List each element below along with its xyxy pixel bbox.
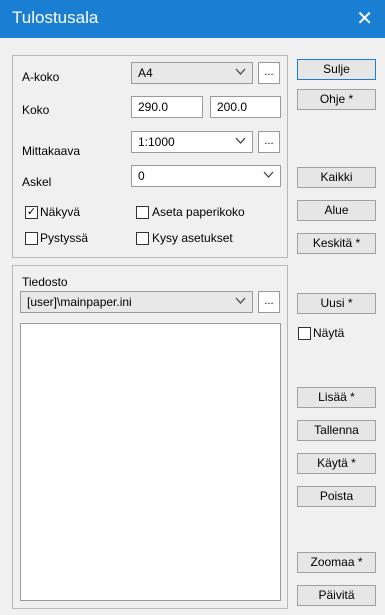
close-icon[interactable]: ✕ xyxy=(356,6,373,31)
chevron-down-icon xyxy=(235,66,246,80)
file-value: [user]\mainpaper.ini xyxy=(27,295,132,309)
step-label: Askel xyxy=(22,175,52,189)
save-button[interactable]: Tallenna xyxy=(297,420,376,441)
title-bar: Tulostusala ✕ xyxy=(0,0,385,38)
file-listbox[interactable] xyxy=(20,323,281,601)
delete-button[interactable]: Poista xyxy=(297,486,376,507)
file-label: Tiedosto xyxy=(22,275,68,289)
size-label: Koko xyxy=(22,103,50,117)
help-button[interactable]: Ohje * xyxy=(297,89,376,110)
show-label: Näytä xyxy=(313,326,345,340)
ask-settings-checkbox[interactable] xyxy=(136,232,149,245)
step-value: 0 xyxy=(138,169,145,183)
refresh-button[interactable]: Päivitä xyxy=(297,585,376,606)
visible-label: Näkyvä xyxy=(40,205,81,219)
scale-select[interactable]: 1:1000 xyxy=(131,131,253,153)
center-button[interactable]: Keskitä * xyxy=(297,233,376,254)
scale-browse-button[interactable]: ... xyxy=(258,131,280,153)
add-button[interactable]: Lisää * xyxy=(297,387,376,408)
visible-checkbox[interactable]: ✓ xyxy=(25,206,38,219)
ask-settings-label: Kysy asetukset xyxy=(152,231,233,245)
scale-label: Mittakaava xyxy=(22,144,81,158)
show-checkbox[interactable] xyxy=(298,327,311,340)
chevron-down-icon xyxy=(263,169,274,183)
window-title: Tulostusala xyxy=(12,8,99,27)
chevron-down-icon xyxy=(235,135,246,149)
zoom-button[interactable]: Zoomaa * xyxy=(297,552,376,573)
size-height-field[interactable]: 200.0 xyxy=(210,96,281,118)
close-button[interactable]: Sulje xyxy=(297,59,376,80)
paper-size-select[interactable]: A4 xyxy=(131,62,253,84)
scale-value: 1:1000 xyxy=(138,135,175,149)
paper-size-value: A4 xyxy=(138,66,153,80)
portrait-label: Pystyssä xyxy=(40,231,89,245)
set-paper-size-label: Aseta paperikoko xyxy=(152,205,245,219)
use-button[interactable]: Käytä * xyxy=(297,453,376,474)
all-button[interactable]: Kaikki xyxy=(297,167,376,188)
portrait-checkbox[interactable] xyxy=(25,232,38,245)
step-select[interactable]: 0 xyxy=(131,165,281,187)
paper-size-browse-button[interactable]: ... xyxy=(258,62,280,84)
file-browse-button[interactable]: ... xyxy=(258,291,280,313)
paper-size-label: A-koko xyxy=(22,70,60,84)
size-width-field[interactable]: 290.0 xyxy=(131,96,203,118)
area-button[interactable]: Alue xyxy=(297,200,376,221)
set-paper-size-checkbox[interactable] xyxy=(136,206,149,219)
file-select[interactable]: [user]\mainpaper.ini xyxy=(20,291,253,313)
chevron-down-icon xyxy=(235,295,246,309)
new-button[interactable]: Uusi * xyxy=(297,293,376,314)
